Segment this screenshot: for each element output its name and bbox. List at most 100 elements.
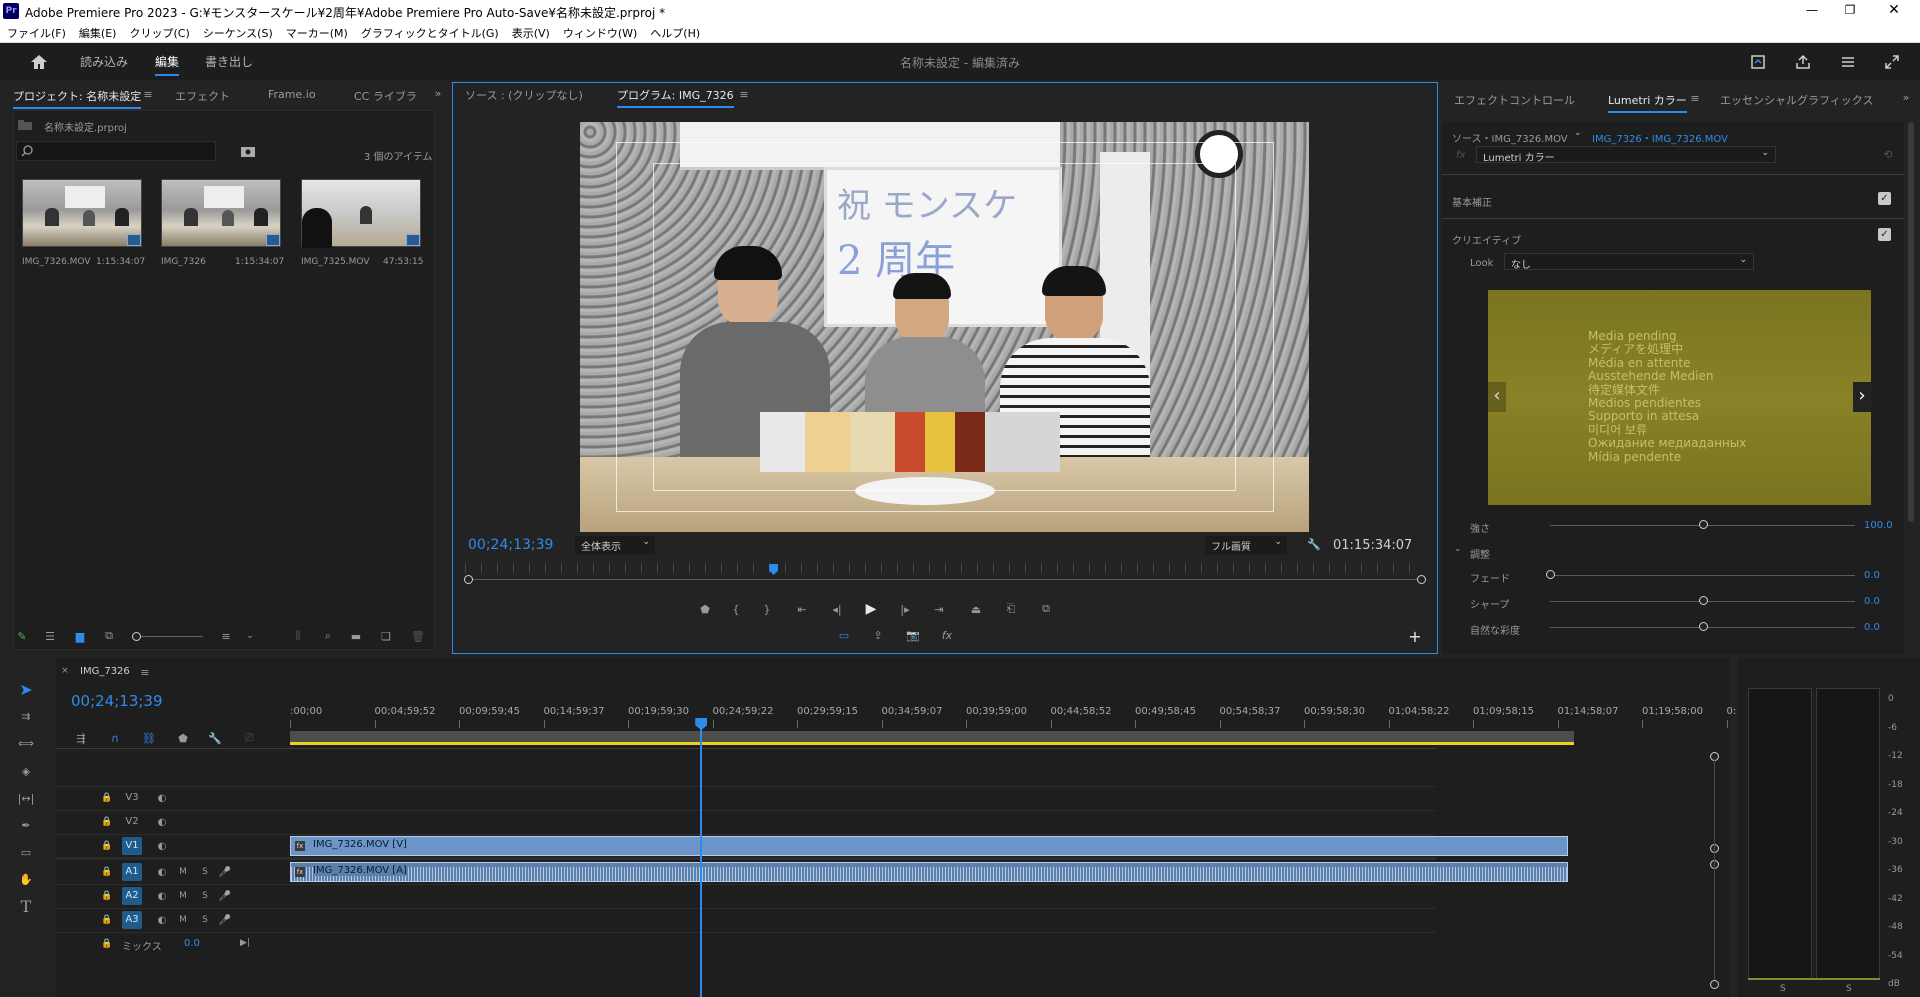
tab-project[interactable]: プロジェクト: 名称未設定 [13, 88, 142, 109]
timeline-settings-icon[interactable]: 🔧 [206, 730, 224, 746]
mix-value[interactable]: 0.0 [184, 938, 200, 949]
menu-view[interactable]: 表示(V) [505, 22, 556, 41]
basic-correction-checkbox[interactable]: ✓ [1878, 192, 1891, 205]
sequence-tab[interactable]: IMG_7326 [80, 666, 130, 677]
video-frame[interactable]: 祝 モンスケ 2 周年 [580, 122, 1309, 532]
nest-icon[interactable]: ⇶ [72, 730, 90, 746]
lock-icon[interactable]: 🔒 [100, 937, 114, 951]
menu-marker[interactable]: マーカー(M) [279, 22, 354, 41]
microphone-icon[interactable]: 🎤 [218, 889, 232, 903]
find-icon[interactable]: ⌕ [320, 628, 336, 644]
lift-icon[interactable]: ⏏ [966, 600, 986, 618]
solo-button[interactable]: S [198, 865, 212, 879]
minimize-button[interactable]: — [1795, 0, 1829, 22]
snap-icon[interactable]: ∩ [106, 730, 124, 746]
reset-icon[interactable]: ⟲ [1880, 146, 1896, 162]
close-sequence-icon[interactable]: × [60, 666, 70, 676]
solo-button[interactable]: S [198, 913, 212, 927]
tab-export[interactable]: 書き出し [205, 53, 253, 70]
close-window-button[interactable]: ✕ [1877, 0, 1911, 22]
selection-tool-icon[interactable]: ➤ [14, 678, 38, 700]
track-target-v1[interactable]: V1 [122, 837, 142, 855]
zoom-handle-left[interactable] [464, 575, 473, 584]
tab-import[interactable]: 読み込み [80, 53, 128, 70]
time-ruler[interactable] [465, 563, 1425, 573]
maximize-button[interactable]: ❐ [1833, 0, 1867, 22]
track-select-tool-icon[interactable]: ⇉ [14, 705, 38, 727]
adjust-section[interactable]: 調整 [1470, 546, 1490, 561]
compare-view-icon[interactable]: ⧉ [1036, 600, 1056, 618]
eye-icon[interactable]: ◐ [154, 839, 170, 853]
vertical-scrollbar[interactable] [1714, 760, 1715, 980]
menu-window[interactable]: ウィンドウ(W) [556, 22, 643, 41]
chevron-down-icon[interactable]: ⌄ [244, 628, 256, 644]
look-next-button[interactable]: › [1853, 382, 1871, 412]
wrench-icon[interactable]: 🔧 [1305, 535, 1323, 553]
look-preview[interactable]: ‹ › Media pending メディアを処理中 Média en atte… [1488, 290, 1871, 505]
timeline-playhead[interactable] [695, 718, 708, 997]
tab-effects[interactable]: エフェクト [175, 88, 230, 104]
tab-lumetri[interactable]: Lumetri カラー [1608, 92, 1687, 113]
track-target-a3[interactable]: A3 [122, 911, 142, 929]
export-frame-share-icon[interactable]: ⇪ [868, 626, 888, 644]
lock-icon[interactable]: 🔒 [100, 865, 114, 879]
new-bin-icon[interactable] [240, 144, 256, 158]
trash-icon[interactable]: 🗑 [410, 628, 426, 644]
target-clip[interactable]: IMG_7326・IMG_7326.MOV [1592, 130, 1728, 145]
camera-icon[interactable]: 📷 [903, 626, 923, 644]
eye-icon[interactable]: ◐ [154, 815, 170, 829]
panel-menu-icon[interactable]: ≡ [141, 87, 155, 101]
list-view-icon[interactable]: ☰ [42, 628, 58, 644]
project-item[interactable]: IMG_7326.MOV 1:15:34:07 [22, 179, 145, 269]
razor-tool-icon[interactable]: ◈ [14, 760, 38, 782]
quality-select[interactable]: フル画質 ⌄ [1205, 536, 1287, 554]
fade-knob[interactable] [1546, 570, 1555, 579]
work-area-bar[interactable] [290, 731, 1574, 745]
type-tool-icon[interactable]: T [14, 895, 38, 917]
sync-icon[interactable]: ◐ [154, 913, 170, 927]
menu-help[interactable]: ヘルプ(H) [643, 22, 706, 41]
go-to-end-icon[interactable]: ▶| [238, 936, 252, 950]
audio-clip[interactable]: fx IMG_7326.MOV [A] [290, 862, 1568, 882]
lock-icon[interactable]: 🔒 [100, 815, 114, 829]
mute-button[interactable]: M [176, 913, 190, 927]
add-marker-icon[interactable]: ⬟ [174, 730, 192, 746]
hand-tool-icon[interactable]: ✋ [14, 868, 38, 890]
menu-file[interactable]: ファイル(F) [0, 22, 72, 41]
lock-icon[interactable]: 🔒 [100, 889, 114, 903]
vibrance-knob[interactable] [1698, 622, 1708, 631]
look-prev-button[interactable]: ‹ [1488, 382, 1506, 412]
panel-menu-icon[interactable]: ≡ [1688, 91, 1702, 105]
sharpen-value[interactable]: 0.0 [1864, 596, 1880, 607]
scroll-handle[interactable] [1710, 980, 1719, 989]
solo-left-button[interactable]: S [1780, 984, 1786, 994]
creative-checkbox[interactable]: ✓ [1878, 228, 1891, 241]
chevron-down-icon[interactable]: ⌄ [1574, 128, 1582, 138]
timeline-current-timecode[interactable]: 00;24;13;39 [71, 692, 163, 710]
slip-tool-icon[interactable]: |↔| [14, 787, 38, 809]
fullscreen-icon[interactable] [1882, 52, 1902, 72]
pen-tool-icon[interactable]: ✒ [14, 814, 38, 836]
basic-correction-section[interactable]: 基本補正 [1452, 194, 1492, 209]
timeline-ruler[interactable]: :00;00 00;04;59;52 00;09;59;45 00;14;59;37 0… [290, 698, 1760, 730]
menu-clip[interactable]: クリップ(C) [122, 22, 195, 41]
project-item[interactable]: IMG_7325.MOV 47:53:15 [301, 179, 423, 269]
creative-section[interactable]: クリエイティブ [1452, 232, 1521, 247]
menu-sequence[interactable]: シーケンス(S) [196, 22, 279, 41]
eye-icon[interactable]: ◐ [154, 791, 170, 805]
tab-effect-controls[interactable]: エフェクトコントロール [1454, 92, 1575, 108]
intensity-knob[interactable] [1698, 520, 1708, 529]
lock-icon[interactable]: 🔒 [100, 791, 114, 805]
add-marker-icon[interactable]: ⬟ [696, 600, 714, 618]
panel-menu-icon[interactable]: ≡ [138, 665, 152, 679]
chevron-down-icon[interactable]: ⌄ [1454, 544, 1462, 554]
menu-graphics[interactable]: グラフィックとタイトル(G) [354, 22, 505, 41]
new-bin-icon[interactable]: ▬ [348, 628, 364, 644]
program-playhead[interactable] [769, 564, 779, 575]
intensity-value[interactable]: 100.0 [1864, 520, 1893, 531]
track-target-v3[interactable]: V3 [122, 789, 142, 807]
sync-icon[interactable]: ◐ [154, 889, 170, 903]
tab-program[interactable]: プログラム: IMG_7326 [617, 87, 734, 108]
icon-view-icon[interactable]: ▆ [72, 628, 88, 644]
sort-icon[interactable]: ≡ [218, 628, 234, 644]
